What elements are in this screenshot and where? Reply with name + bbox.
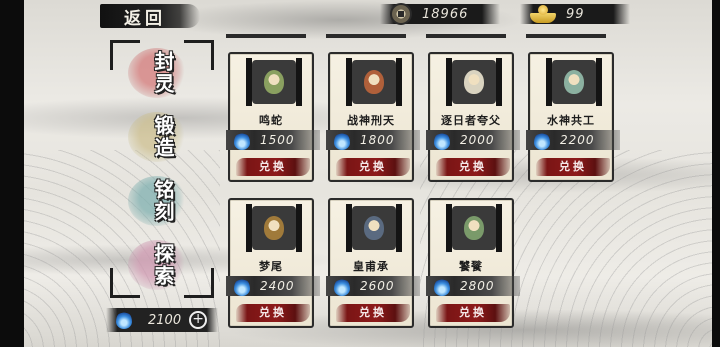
back-button[interactable]: 返回 [100, 4, 200, 29]
blue-flame-icon [232, 130, 250, 150]
character-portrait [446, 58, 502, 106]
character-name: 水神共工 [547, 114, 595, 127]
character-portrait [346, 204, 402, 252]
blue-flame-icon [432, 276, 450, 296]
character-name: 鸣蛇 [259, 114, 283, 127]
character-portrait [446, 204, 502, 252]
blue-flame-icon [532, 130, 550, 150]
exchange-card[interactable]: 水神共工 2200 兑换 [526, 52, 620, 182]
price-bar: 2800 [426, 276, 520, 296]
add-currency-button[interactable]: + [189, 311, 208, 329]
menu-tab-label: 锻造 [151, 115, 175, 159]
price-value: 1800 [360, 133, 395, 147]
menu-tab-label: 探索 [151, 243, 175, 287]
copper-coin-icon [390, 3, 412, 25]
gold-ingot-counter: 99 [530, 2, 585, 26]
price-value: 2000 [460, 133, 495, 147]
exchange-button[interactable]: 兑换 [436, 304, 510, 322]
character-name: 皇甫承 [353, 260, 389, 273]
price-value: 2200 [560, 133, 595, 147]
blue-flame-icon [114, 309, 134, 331]
green-hooded-figure-icon [264, 70, 284, 94]
exchange-card[interactable]: 皇甫承 2600 兑换 [326, 198, 420, 328]
exchange-button[interactable]: 兑换 [336, 158, 410, 176]
exchange-button[interactable]: 兑换 [236, 158, 310, 176]
menu-tab-1[interactable]: 封灵 [118, 44, 208, 102]
exchange-card[interactable]: 饕餮 2800 兑换 [426, 198, 520, 328]
character-name: 战神刑天 [347, 114, 395, 127]
character-name: 饕餮 [459, 260, 483, 273]
gold-ingot-value: 99 [566, 6, 585, 22]
menu-tab-4[interactable]: 探索 [118, 236, 208, 294]
exchange-card[interactable]: 战神刑天 1800 兑换 [326, 52, 420, 182]
right-screen-edge [712, 0, 720, 347]
character-name: 梦尾 [259, 260, 283, 273]
exchange-button[interactable]: 兑换 [536, 158, 610, 176]
price-bar: 2000 [426, 130, 520, 150]
exchange-card[interactable]: 梦尾 2400 兑换 [226, 198, 320, 328]
bearded-warrior-icon [364, 70, 384, 94]
portrait-frame [396, 204, 402, 252]
price-value: 2600 [360, 279, 395, 293]
blue-flame-icon [332, 276, 350, 296]
character-portrait [346, 58, 402, 106]
price-bar: 2600 [326, 276, 420, 296]
price-bar: 1500 [226, 130, 320, 150]
menu-tab-3[interactable]: 铭刻 [118, 172, 208, 230]
character-portrait [246, 204, 302, 252]
horned-water-god-icon [564, 70, 584, 94]
exchange-card[interactable]: 逐日者夸父 2000 兑换 [426, 52, 520, 182]
price-bar: 2200 [526, 130, 620, 150]
blue-flame-icon [332, 130, 350, 150]
menu-tab-label: 封灵 [151, 51, 175, 95]
exchange-button[interactable]: 兑换 [236, 304, 310, 322]
portrait-frame [396, 58, 402, 106]
menu-tab-2[interactable]: 锻造 [118, 108, 208, 166]
portrait-frame [496, 204, 502, 252]
price-value: 2800 [460, 279, 495, 293]
menu-tab-label: 铭刻 [151, 179, 175, 223]
exchange-card[interactable]: 鸣蛇 1500 兑换 [226, 52, 320, 182]
exchange-button[interactable]: 兑换 [436, 158, 510, 176]
soul-currency-bar: 2100 + [106, 308, 218, 332]
armored-general-icon [364, 216, 384, 240]
character-portrait [246, 58, 302, 106]
left-screen-edge [0, 0, 24, 347]
blue-flame-icon [232, 276, 250, 296]
white-haired-elder-icon [464, 70, 484, 94]
price-bar: 1800 [326, 130, 420, 150]
back-button-label: 返回 [124, 8, 166, 29]
blue-flame-icon [432, 130, 450, 150]
bird-creature-icon [264, 216, 284, 240]
beast-mask-icon [464, 216, 484, 240]
portrait-frame [496, 58, 502, 106]
copper-coin-counter: 18966 [390, 2, 468, 26]
exchange-button[interactable]: 兑换 [336, 304, 410, 322]
gold-ingot-icon [530, 5, 556, 23]
character-name: 逐日者夸父 [441, 114, 501, 127]
exchange-card-grid: 鸣蛇 1500 兑换 战神刑天 1800 兑换 逐日者夸父 2000 兑换 水神… [222, 38, 622, 338]
copper-coin-value: 18966 [422, 6, 469, 22]
price-bar: 2400 [226, 276, 320, 296]
soul-currency-value: 2100 [148, 312, 182, 328]
price-value: 1500 [260, 133, 295, 147]
character-portrait [546, 58, 602, 106]
price-value: 2400 [260, 279, 295, 293]
portrait-frame [596, 58, 602, 106]
portrait-frame [296, 58, 302, 106]
portrait-frame [296, 204, 302, 252]
